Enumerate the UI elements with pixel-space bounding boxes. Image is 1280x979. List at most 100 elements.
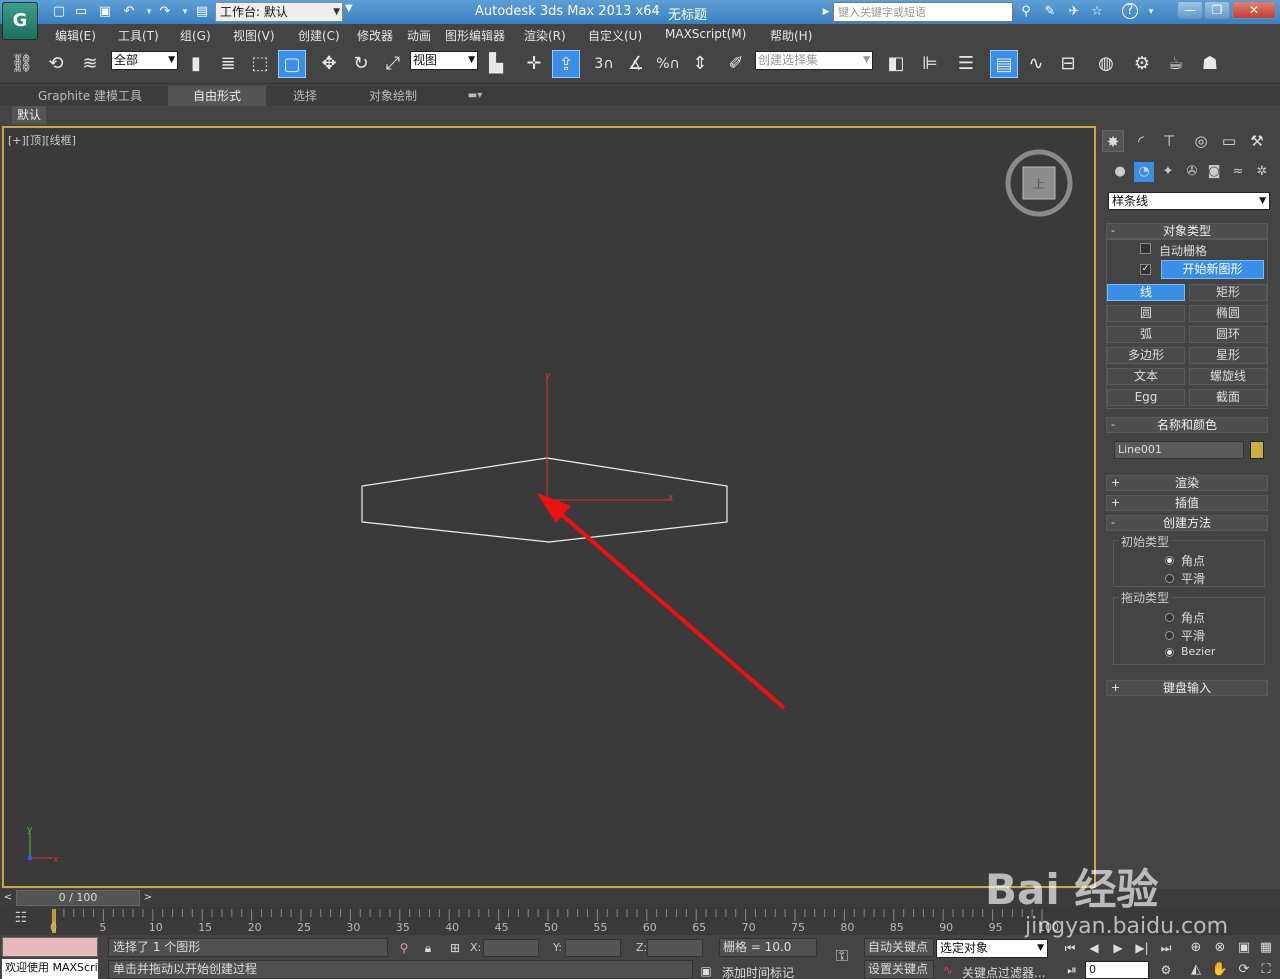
initial-corner-radio[interactable] (1165, 556, 1174, 565)
project-folder-icon[interactable]: ▤ (193, 3, 211, 21)
circle-button[interactable]: 圆 (1107, 305, 1185, 322)
render-setup-icon[interactable]: ⚙ (1128, 50, 1156, 78)
geometry-icon[interactable]: ● (1110, 162, 1130, 182)
angle-snap-icon[interactable]: ∡ (622, 50, 650, 78)
viewcube[interactable]: 上 (1004, 148, 1074, 218)
prev-frame-arrow-icon[interactable]: < (1, 890, 15, 906)
redo-icon[interactable]: ↷ (156, 3, 174, 21)
isolate-selection-icon[interactable]: ⚲ (394, 939, 414, 957)
new-file-icon[interactable]: ▢ (50, 3, 68, 21)
ngon-button[interactable]: 多边形 (1107, 347, 1185, 364)
drag-bezier-radio[interactable] (1165, 648, 1174, 657)
help-dropdown-icon[interactable]: ▾ (1142, 3, 1160, 21)
material-editor-icon[interactable]: ◍ (1092, 50, 1120, 78)
search-input[interactable]: 键入关键字或短语 (833, 2, 1013, 22)
curve-editor-icon[interactable]: ∿ (1022, 50, 1050, 78)
save-file-icon[interactable]: ▣ (96, 3, 114, 21)
snaps-toggle-icon[interactable]: 3∩ (590, 50, 618, 78)
selection-filter-select[interactable]: 全部 ▼ (111, 51, 178, 70)
y-coordinate-input[interactable] (565, 939, 621, 957)
tab-freeform[interactable]: 自由形式 (168, 86, 266, 106)
app-menu-logo-icon[interactable]: G (2, 2, 38, 40)
communication-icon[interactable]: ✈ (1065, 3, 1083, 21)
menu-customize[interactable]: 自定义(U) (588, 27, 642, 44)
track-bar[interactable]: ☷ 0 5 10 15 20 25 30 35 40 45 50 55 60 65 70 75 80 85 90 95… (0, 907, 1280, 935)
schematic-view-icon[interactable]: ⊟ (1054, 50, 1082, 78)
rectangular-selection-icon[interactable]: ⬚ (246, 50, 274, 78)
star-button[interactable]: 星形 (1189, 347, 1267, 364)
time-slider-handle[interactable]: 0 / 100 (16, 890, 140, 906)
zoom-all-icon[interactable]: ⊗ (1210, 939, 1230, 957)
key-mode-toggle-icon[interactable]: ⏯ (1062, 961, 1082, 979)
utilities-panel-tab-icon[interactable]: ⚒ (1246, 130, 1268, 152)
tab-graphite-modeling[interactable]: Graphite 建模工具 (26, 86, 154, 106)
menu-tools[interactable]: 工具(T) (118, 27, 159, 44)
layer-manager-icon[interactable]: ☰ (952, 50, 980, 78)
select-and-rotate-icon[interactable]: ↻ (347, 50, 375, 78)
current-frame-input[interactable]: 0 (1085, 961, 1149, 979)
unlink-icon[interactable]: ⟲ (42, 50, 70, 78)
go-to-start-icon[interactable]: ⏮ (1060, 939, 1080, 957)
play-icon[interactable]: ▶ (1108, 939, 1128, 957)
restore-button[interactable]: ❐ (1204, 1, 1230, 19)
rollout-creation-method[interactable]: - 创建方法 (1106, 515, 1268, 531)
tab-object-paint[interactable]: 对象绘制 (352, 86, 434, 106)
close-button[interactable]: ✕ (1232, 1, 1276, 19)
donut-button[interactable]: 圆环 (1189, 326, 1267, 343)
select-and-manipulate-icon[interactable]: ✛ (520, 50, 548, 78)
time-configuration-icon[interactable]: ⚙ (1156, 961, 1176, 979)
ribbon-options-dropdown-icon[interactable]: ▬▾ (460, 86, 490, 106)
space-warps-icon[interactable]: ≈ (1228, 162, 1248, 182)
field-of-view-icon[interactable]: ◭ (1186, 961, 1206, 979)
set-key-key-icon[interactable]: ⚿ (832, 947, 852, 965)
create-panel-tab-icon[interactable]: ✸ (1102, 130, 1124, 152)
rollout-name-color[interactable]: - 名称和颜色 (1106, 417, 1268, 433)
spinner-snap-icon[interactable]: ⇕ (686, 50, 714, 78)
rollout-keyboard-entry[interactable]: + 键盘输入 (1106, 680, 1268, 696)
helix-button[interactable]: 螺旋线 (1189, 368, 1267, 385)
rollout-rendering[interactable]: + 渲染 (1106, 475, 1268, 491)
undo-icon[interactable]: ↶ (120, 3, 138, 21)
motion-panel-tab-icon[interactable]: ◎ (1190, 130, 1212, 152)
menu-animation[interactable]: 动画 (407, 27, 431, 44)
display-panel-tab-icon[interactable]: ▭ (1218, 130, 1240, 152)
select-and-link-icon[interactable]: ⛓ (8, 50, 36, 78)
hierarchy-panel-tab-icon[interactable]: ⊤ (1158, 130, 1180, 152)
maxscript-listener-input[interactable]: 欢迎使用 MAXScript (2, 959, 98, 979)
arc-button[interactable]: 弧 (1107, 326, 1185, 343)
previous-frame-icon[interactable]: ◀ (1084, 939, 1104, 957)
reference-coordinate-select[interactable]: 视图 ▼ (410, 51, 478, 70)
time-slider[interactable]: < 0 / 100 > (0, 889, 1280, 907)
set-key-button[interactable]: 设置关键点 (864, 960, 934, 979)
next-frame-arrow-icon[interactable]: > (141, 890, 155, 906)
lights-icon[interactable]: ✦ (1158, 162, 1178, 182)
workspace-select[interactable]: 工作台: 默认 ▼ (215, 2, 343, 22)
add-time-tag-button[interactable]: 添加时间标记 (722, 964, 794, 979)
ellipse-button[interactable]: 椭圆 (1189, 305, 1267, 322)
go-to-end-icon[interactable]: ⏭ (1156, 939, 1176, 957)
render-production-icon[interactable]: ☗ (1196, 50, 1224, 78)
rollout-object-type[interactable]: - 对象类型 (1106, 223, 1268, 239)
favorites-star-icon[interactable]: ☆ (1088, 3, 1106, 21)
z-coordinate-input[interactable] (647, 939, 703, 957)
selection-lock-icon[interactable]: 🔒︎ (418, 939, 438, 957)
edit-named-selection-icon[interactable]: ✐ (722, 50, 750, 78)
systems-icon[interactable]: ✲ (1252, 162, 1272, 182)
zoom-extents-all-icon[interactable]: ▦ (1256, 939, 1276, 957)
section-button[interactable]: 截面 (1189, 389, 1267, 406)
tab-selection[interactable]: 选择 (270, 86, 340, 106)
initial-smooth-radio[interactable] (1165, 574, 1174, 583)
pivot-center-icon[interactable]: ▙ (482, 50, 510, 78)
text-button[interactable]: 文本 (1107, 368, 1185, 385)
line-button[interactable]: 线 (1107, 284, 1185, 301)
modify-panel-tab-icon[interactable]: ◜ (1130, 130, 1152, 152)
menu-modifiers[interactable]: 修改器 (357, 27, 393, 44)
select-and-scale-icon[interactable]: ⤢ (379, 50, 407, 78)
egg-button[interactable]: Egg (1107, 389, 1185, 406)
start-new-shape-checkbox[interactable]: ✓ (1140, 264, 1151, 275)
menu-create[interactable]: 创建(C) (298, 27, 340, 44)
menu-rendering[interactable]: 渲染(R) (524, 27, 566, 44)
mirror-icon[interactable]: ◧ (882, 50, 910, 78)
window-crossing-icon[interactable]: ▢ (278, 50, 306, 78)
help-icon[interactable]: ? (1122, 3, 1138, 19)
